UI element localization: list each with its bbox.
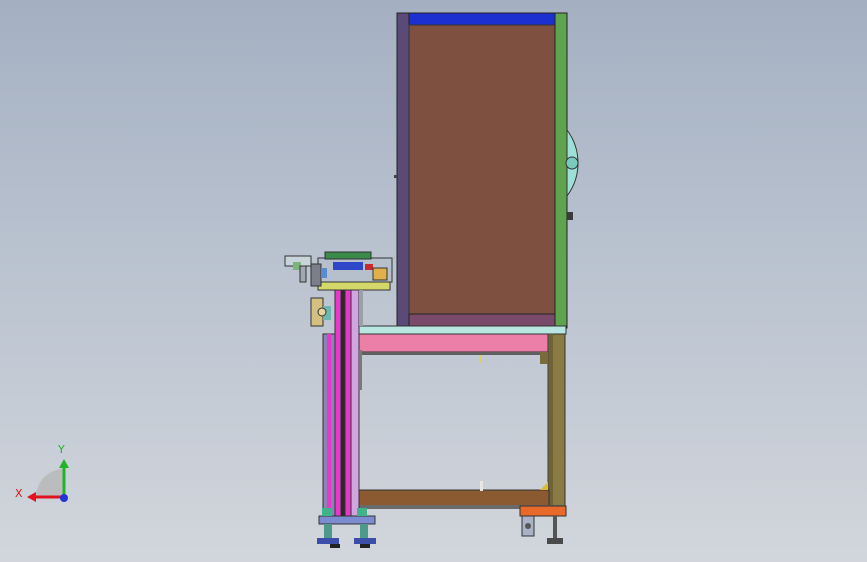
wheel-hub: [565, 156, 579, 170]
column-slot: [341, 290, 345, 518]
base-block-a: [322, 508, 332, 516]
table-top-plate: [356, 325, 567, 335]
leg-bracket: [540, 352, 548, 364]
head-base-plate: [317, 281, 391, 291]
axis-triad: [27, 459, 69, 502]
leveling-foot-pad: [547, 538, 563, 544]
table-front-rail: [358, 333, 550, 353]
column-outer-right: [350, 289, 360, 519]
base-block-b: [357, 508, 367, 516]
cylinder-end-cap: [317, 307, 327, 317]
caster-axle: [525, 523, 531, 529]
foot-tip-a: [330, 544, 340, 548]
cabinet-hinge: [394, 175, 397, 178]
bottom-beam: [358, 489, 550, 507]
head-support-rod: [359, 290, 363, 326]
triad-x-label: X: [15, 487, 23, 500]
caster-mount: [519, 505, 567, 517]
triad-x-arrowhead: [27, 492, 36, 502]
head-top-board: [324, 251, 372, 260]
rail-bolt: [479, 355, 482, 363]
column-rail-b: [344, 289, 352, 519]
cabinet-left-panel: [396, 12, 410, 329]
foot-pad-a: [317, 538, 339, 544]
cabinet-top-rail: [408, 12, 556, 26]
head-arm-drop: [299, 265, 307, 283]
cad-viewport[interactable]: Y X: [0, 0, 867, 562]
column-clamp: [359, 350, 362, 390]
cabinet-latch: [567, 212, 573, 220]
column-base-plate: [318, 515, 376, 525]
triad-plane: [36, 469, 64, 497]
machine-model[interactable]: [0, 0, 867, 562]
upper-cabinet[interactable]: [394, 12, 579, 329]
beam-gusset: [540, 482, 548, 490]
head-side-sensor: [321, 268, 327, 278]
leveling-foot-stem: [553, 516, 557, 538]
foot-pad-b: [354, 538, 376, 544]
head-blue-module: [333, 262, 363, 270]
head-red-indicator: [365, 264, 373, 270]
cabinet-right-panel: [554, 12, 568, 329]
foot-tip-b: [360, 544, 370, 548]
column-stripe-left: [327, 334, 331, 518]
foot-stem-a: [324, 524, 332, 538]
leg-shadow: [549, 334, 553, 510]
cabinet-back-panel: [408, 24, 556, 316]
head-gear-box: [372, 267, 388, 281]
table-assembly[interactable]: [356, 325, 567, 544]
head-side-motor: [310, 263, 322, 287]
triad-y-arrowhead: [59, 459, 69, 468]
triad-z-axis: [60, 494, 68, 502]
beam-pin: [480, 481, 483, 491]
foot-stem-b: [360, 524, 368, 538]
column-rail-a: [334, 289, 342, 519]
triad-y-label: Y: [58, 443, 65, 456]
rail-lower-edge: [359, 352, 549, 355]
cabinet-bottom-rail: [408, 313, 556, 328]
